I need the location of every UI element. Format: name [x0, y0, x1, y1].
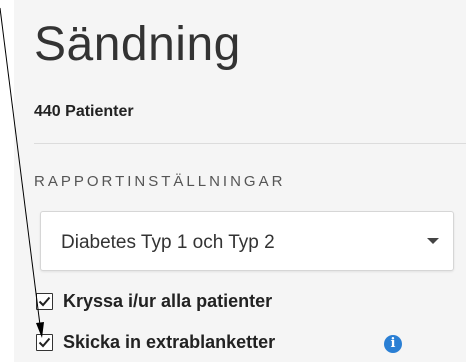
- select-all-patients-checkbox[interactable]: [36, 293, 53, 310]
- checkmark-icon: [38, 337, 51, 348]
- send-extra-forms-option[interactable]: Skicka in extrablanketter i: [36, 332, 416, 357]
- send-extra-forms-label: Skicka in extrablanketter: [63, 332, 276, 352]
- send-extra-forms-checkbox[interactable]: [36, 334, 53, 351]
- caret-down-icon: [427, 238, 439, 244]
- select-all-patients-label: Kryssa i/ur alla patienter: [63, 291, 273, 311]
- checkmark-icon: [38, 296, 51, 307]
- page-title: Sändning: [34, 18, 241, 71]
- report-settings-heading: RAPPORTINSTÄLLNINGAR: [34, 173, 286, 190]
- select-all-patients-option[interactable]: Kryssa i/ur alla patienter: [36, 291, 376, 316]
- canvas: Sändning 440 Patienter RAPPORTINSTÄLLNIN…: [0, 0, 466, 362]
- info-icon[interactable]: i: [384, 335, 402, 353]
- patient-count: 440 Patienter: [34, 103, 134, 120]
- divider: [34, 143, 466, 144]
- report-type-select[interactable]: Diabetes Typ 1 och Typ 2: [40, 211, 454, 271]
- report-type-selected-value: Diabetes Typ 1 och Typ 2: [61, 232, 275, 253]
